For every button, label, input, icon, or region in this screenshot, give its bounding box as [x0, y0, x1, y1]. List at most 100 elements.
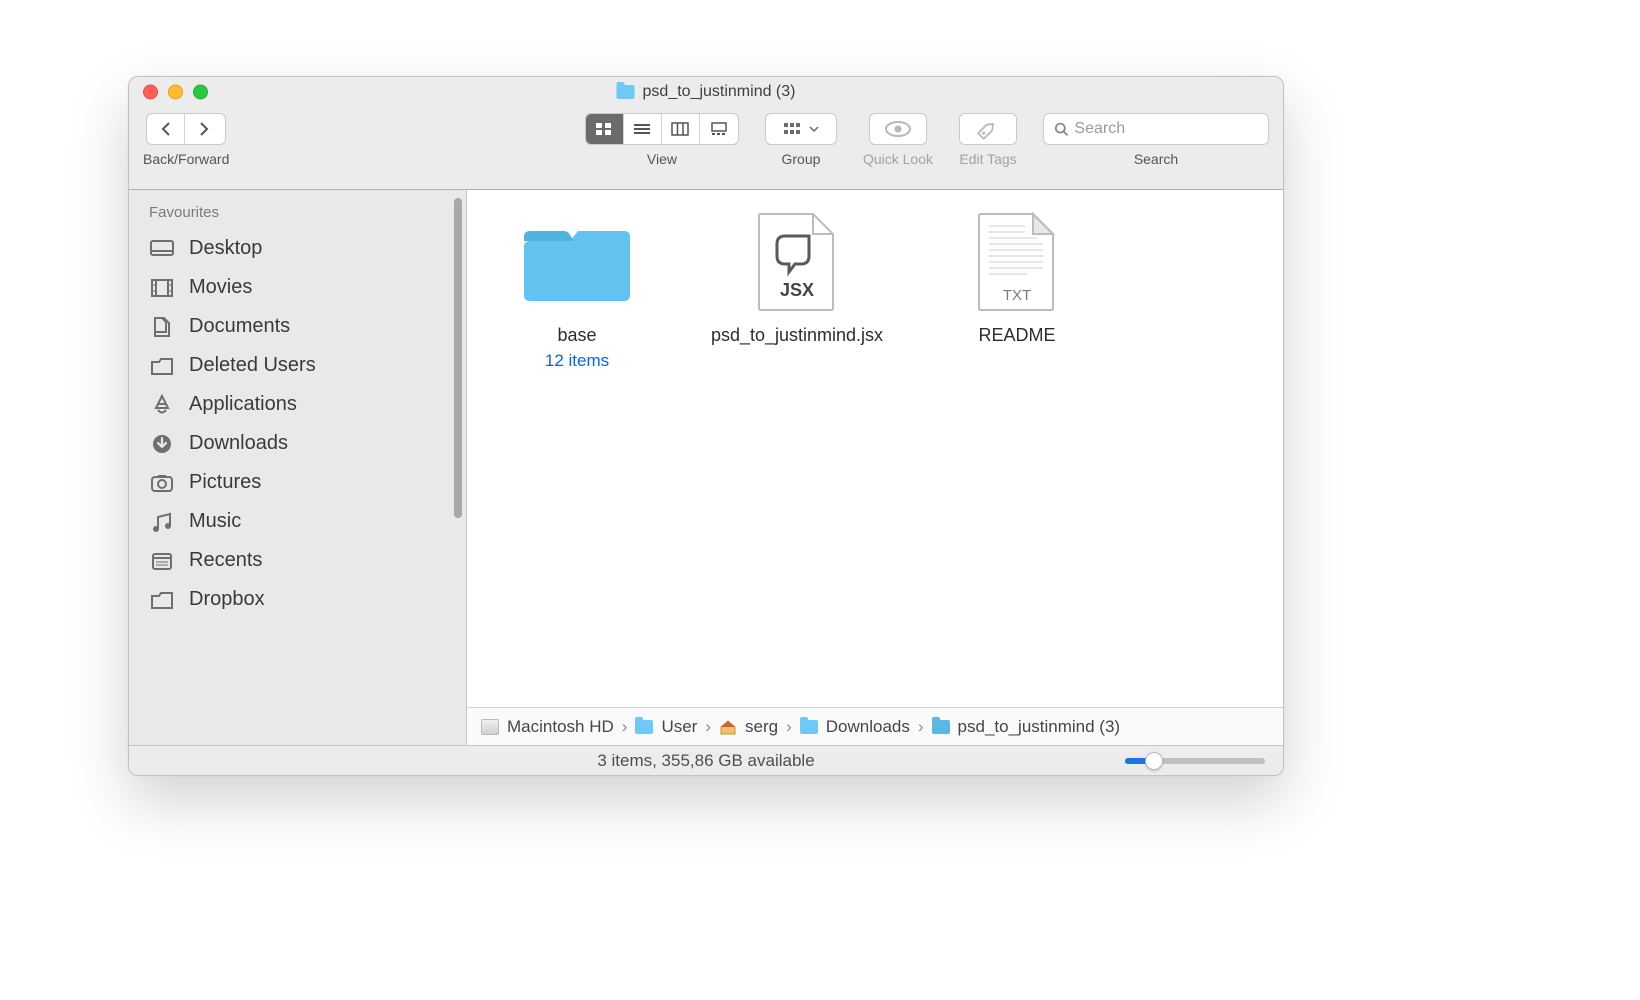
path-label: Macintosh HD — [507, 717, 614, 737]
file-name: README — [978, 324, 1055, 347]
view-group: View — [585, 113, 739, 167]
sidebar-item-label: Downloads — [189, 432, 288, 455]
file-name: psd_to_justinmind.jsx — [711, 324, 883, 347]
folder-icon — [149, 589, 175, 611]
pictures-icon — [149, 472, 175, 494]
hard-drive-icon — [481, 719, 499, 735]
group-button[interactable] — [765, 113, 837, 145]
sidebar-item-pictures[interactable]: Pictures — [137, 463, 448, 502]
path-label: Downloads — [826, 717, 910, 737]
zoom-window-button[interactable] — [193, 85, 208, 100]
search-icon — [1054, 121, 1068, 137]
sidebar-item-music[interactable]: Music — [137, 502, 448, 541]
tags-label: Edit Tags — [959, 151, 1016, 167]
scrollbar-thumb[interactable] — [454, 198, 462, 518]
folder-icon — [800, 720, 818, 734]
path-crumb-home[interactable]: serg — [719, 717, 778, 737]
sidebar-item-label: Applications — [189, 393, 297, 416]
icon-size-slider[interactable] — [1125, 758, 1265, 764]
path-crumb-root[interactable]: Macintosh HD — [481, 717, 614, 737]
sidebar-item-recents[interactable]: Recents — [137, 541, 448, 580]
quicklook-button[interactable] — [869, 113, 927, 145]
toolbar: Back/Forward View — [129, 107, 1283, 189]
quicklook-group: Quick Look — [863, 113, 933, 167]
music-icon — [149, 511, 175, 533]
sidebar-item-label: Dropbox — [189, 588, 265, 611]
close-window-button[interactable] — [143, 85, 158, 100]
sidebar-item-label: Desktop — [189, 237, 262, 260]
content-area: base 12 items JSX psd_to_justinmind.jsx … — [467, 190, 1283, 745]
folder-icon — [149, 355, 175, 377]
path-label: serg — [745, 717, 778, 737]
edit-tags-button[interactable] — [959, 113, 1017, 145]
file-item-base[interactable]: base 12 items — [487, 212, 667, 371]
sidebar-item-label: Deleted Users — [189, 354, 316, 377]
file-item-jsx[interactable]: JSX psd_to_justinmind.jsx — [707, 212, 887, 347]
file-name: base — [557, 324, 596, 347]
back-forward-label: Back/Forward — [143, 151, 229, 167]
sidebar-item-downloads[interactable]: Downloads — [137, 424, 448, 463]
folder-icon — [617, 85, 635, 99]
slider-knob[interactable] — [1145, 752, 1163, 770]
sidebar-item-documents[interactable]: Documents — [137, 307, 448, 346]
path-bar: Macintosh HD › User › serg › Downloads › — [467, 707, 1283, 745]
path-crumb-users[interactable]: User — [635, 717, 697, 737]
forward-button[interactable] — [185, 114, 223, 144]
jsx-file-icon: JSX — [744, 212, 850, 312]
sidebar-item-label: Music — [189, 510, 241, 533]
view-label: View — [647, 151, 677, 167]
path-label: psd_to_justinmind (3) — [958, 717, 1121, 737]
window-title-text: psd_to_justinmind (3) — [643, 83, 796, 101]
search-field[interactable] — [1043, 113, 1269, 145]
search-group: Search — [1043, 113, 1269, 167]
window-title: psd_to_justinmind (3) — [617, 83, 796, 101]
file-subtitle: 12 items — [545, 351, 609, 371]
sidebar-item-movies[interactable]: Movies — [137, 268, 448, 307]
path-crumb-current[interactable]: psd_to_justinmind (3) — [932, 717, 1121, 737]
search-input[interactable] — [1074, 120, 1258, 138]
recents-icon — [149, 550, 175, 572]
sidebar-item-label: Recents — [189, 549, 262, 572]
finder-window: psd_to_justinmind (3) Back/Forward — [128, 76, 1284, 776]
sidebar-item-label: Documents — [189, 315, 290, 338]
back-forward-group: Back/Forward — [143, 113, 229, 167]
file-item-readme[interactable]: TXT README — [927, 212, 1107, 347]
path-label: User — [661, 717, 697, 737]
sidebar-item-desktop[interactable]: Desktop — [137, 229, 448, 268]
view-gallery-button[interactable] — [700, 114, 738, 144]
sidebar-item-deleted-users[interactable]: Deleted Users — [137, 346, 448, 385]
group-label: Group — [781, 151, 820, 167]
sidebar-item-applications[interactable]: Applications — [137, 385, 448, 424]
path-crumb-downloads[interactable]: Downloads — [800, 717, 910, 737]
documents-icon — [149, 316, 175, 338]
view-list-button[interactable] — [624, 114, 662, 144]
status-bar: 3 items, 355,86 GB available — [129, 745, 1283, 775]
desktop-icon — [149, 238, 175, 260]
traffic-lights — [143, 85, 208, 100]
back-button[interactable] — [147, 114, 185, 144]
view-icons-button[interactable] — [586, 114, 624, 144]
titlebar: psd_to_justinmind (3) — [129, 77, 1283, 107]
quicklook-label: Quick Look — [863, 151, 933, 167]
applications-icon — [149, 394, 175, 416]
minimize-window-button[interactable] — [168, 85, 183, 100]
sidebar-item-label: Pictures — [189, 471, 261, 494]
tags-group: Edit Tags — [959, 113, 1017, 167]
txt-file-icon: TXT — [964, 212, 1070, 312]
svg-text:JSX: JSX — [780, 280, 814, 300]
group-group: Group — [765, 113, 837, 167]
movies-icon — [149, 277, 175, 299]
search-label: Search — [1134, 151, 1178, 167]
status-text: 3 items, 355,86 GB available — [597, 751, 814, 771]
view-columns-button[interactable] — [662, 114, 700, 144]
sidebar-section-favourites: Favourites — [137, 200, 466, 229]
folder-icon — [932, 720, 950, 734]
sidebar: Favourites Desktop Movies Documents Dele… — [129, 190, 467, 745]
svg-text:TXT: TXT — [1003, 287, 1031, 304]
sidebar-item-label: Movies — [189, 276, 252, 299]
home-icon — [719, 719, 737, 735]
sidebar-item-dropbox[interactable]: Dropbox — [137, 580, 448, 619]
folder-icon — [524, 212, 630, 312]
downloads-icon — [149, 433, 175, 455]
icon-grid: base 12 items JSX psd_to_justinmind.jsx … — [467, 190, 1283, 707]
